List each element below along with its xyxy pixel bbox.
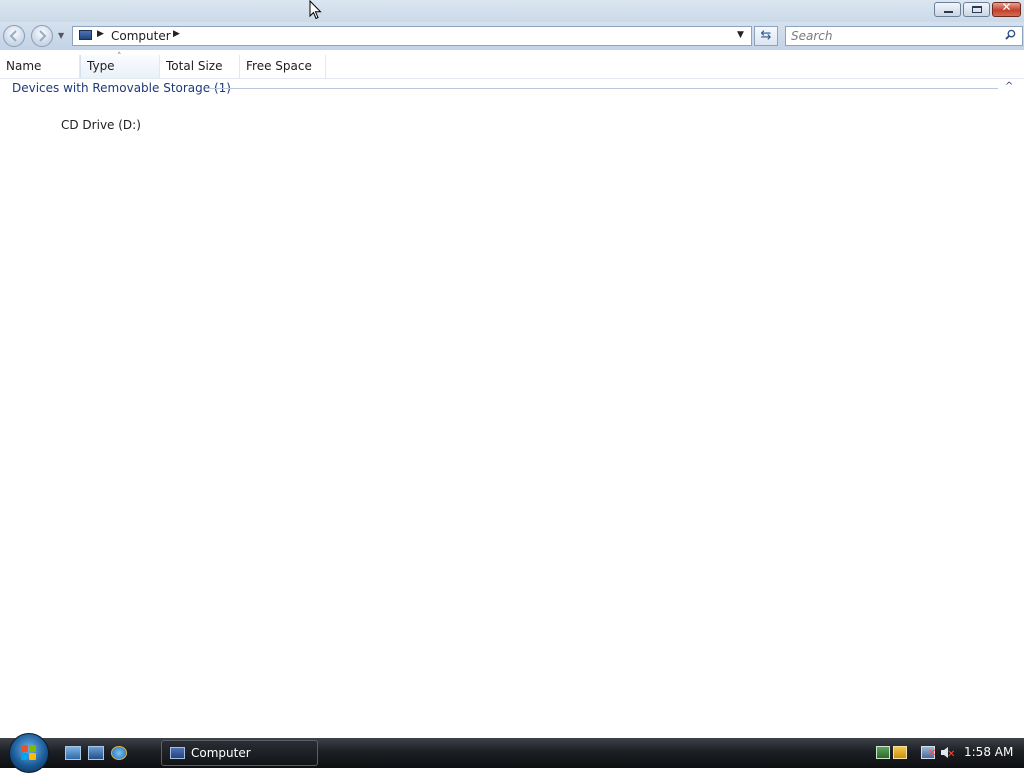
tray-volume-muted-icon[interactable]: ✕ — [940, 746, 955, 760]
column-label: Type — [87, 59, 115, 73]
collapse-group-icon[interactable]: ^ — [1005, 81, 1013, 92]
address-dropdown-icon[interactable]: ▼ — [737, 30, 744, 40]
refresh-button[interactable]: ⇆ — [754, 26, 778, 46]
column-header-row: Name ˄ Type Total Size Free Space — [0, 52, 1024, 79]
show-desktop-icon[interactable] — [65, 746, 81, 760]
search-input[interactable]: Search — [785, 26, 1023, 46]
column-label: Total Size — [166, 59, 223, 73]
column-header-type[interactable]: ˄ Type — [80, 52, 160, 78]
taskbar: Computer ✕ ✕ 1:58 AM — [0, 733, 1024, 773]
column-label: Name — [6, 59, 42, 73]
list-item-cd-drive[interactable]: CD Drive (D:) — [61, 118, 141, 132]
refresh-icon: ⇆ — [760, 28, 772, 43]
back-arrow-icon — [9, 30, 17, 42]
forward-button[interactable] — [31, 25, 53, 47]
breadcrumb-chevron-icon[interactable]: ▶ — [97, 29, 104, 39]
close-icon: ✕ — [1001, 0, 1012, 14]
tray-network-disconnected-icon[interactable]: ✕ — [921, 746, 936, 759]
column-header-total-size[interactable]: Total Size — [160, 55, 240, 78]
internet-explorer-icon[interactable] — [111, 746, 127, 760]
group-header-removable-storage[interactable]: Devices with Removable Storage (1) — [12, 81, 231, 95]
search-placeholder: Search — [791, 29, 833, 43]
breadcrumb-chevron-icon[interactable]: ▶ — [173, 29, 180, 39]
sort-ascending-icon: ˄ — [117, 52, 122, 62]
column-label: Free Space — [246, 59, 312, 73]
restore-icon — [972, 6, 982, 13]
computer-icon — [79, 30, 92, 40]
tray-network-icon[interactable] — [876, 746, 890, 759]
tray-security-alert-icon[interactable] — [893, 746, 907, 759]
close-button[interactable]: ✕ — [992, 0, 1021, 17]
forward-arrow-icon — [39, 30, 47, 42]
address-bar[interactable]: ▶ Computer ▶ ▼ — [72, 26, 752, 46]
windows-start-icon — [21, 745, 37, 761]
column-header-free-space[interactable]: Free Space — [240, 55, 326, 78]
taskbar-button-label: Computer — [191, 746, 251, 760]
minimize-icon — [944, 11, 953, 13]
system-clock[interactable]: 1:58 AM — [964, 745, 1013, 759]
start-button[interactable] — [9, 733, 49, 773]
title-bar: ✕ — [0, 0, 1024, 22]
recent-pages-dropdown[interactable]: ▼ — [58, 31, 64, 40]
switch-windows-icon[interactable] — [88, 746, 104, 760]
navigation-bar: ▼ ▶ Computer ▶ ▼ ⇆ Search — [0, 22, 1024, 50]
maximize-button[interactable] — [963, 2, 990, 17]
mouse-cursor-icon — [309, 0, 322, 20]
minimize-button[interactable] — [934, 2, 961, 17]
computer-icon — [170, 747, 185, 759]
group-divider — [205, 88, 998, 89]
column-header-name[interactable]: Name — [0, 55, 80, 78]
breadcrumb-computer[interactable]: Computer — [111, 29, 171, 43]
back-button[interactable] — [3, 25, 25, 47]
taskbar-button-computer[interactable]: Computer — [161, 740, 318, 766]
search-icon[interactable] — [1005, 29, 1016, 40]
